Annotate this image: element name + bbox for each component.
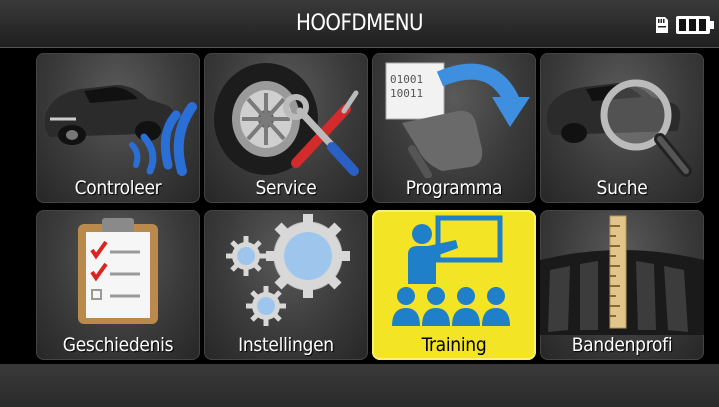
tire-tread-ruler-icon [540,215,704,335]
menu-tile-bandenprofi[interactable]: Bandenprofi [540,210,704,360]
menu-label: Service [255,177,317,199]
menu-label: Geschiedenis [62,334,174,356]
menu-label: Bandenprofi [571,334,673,356]
menu-tile-suche[interactable]: Suche [540,53,704,203]
menu-label: Programma [405,177,503,199]
menu-tile-training[interactable]: Training [372,210,536,360]
classroom-teacher-icon [392,215,510,326]
page-title: HOOFDMENU [295,11,424,36]
menu-label: Instellingen [238,334,334,356]
menu-tile-instellingen[interactable]: Instellingen [204,210,368,360]
menu-label: Controleer [74,177,162,199]
menu-tile-geschiedenis[interactable]: Geschiedenis [36,210,200,360]
sensor-program-icon: 01001 10011 [385,62,530,178]
menu-tile-controleer[interactable]: Controleer [36,53,200,203]
menu-tile-service[interactable]: Service [204,53,368,203]
menu-label: Training [421,334,487,356]
gears-icon [226,214,350,326]
menu-label: Suche [596,177,648,199]
clipboard-checklist-icon [78,218,158,324]
menu-tile-programma[interactable]: 01001 10011 Programma [372,53,536,203]
tire-tools-icon [214,63,359,176]
svg-text:10011: 10011 [390,87,423,100]
svg-text:01001: 01001 [390,73,423,86]
main-menu-grid: Controleer Service 01001 10011 Programma… [32,50,704,366]
bottom-bar [0,364,719,407]
title-bar: HOOFDMENU [0,0,719,48]
screen: HOOFDMENU Controleer Service 01001 10011… [0,0,719,407]
battery-full-icon [676,16,714,34]
car-magnifier-icon [546,79,692,177]
sd-card-icon [656,17,668,33]
car-sensor-signal-icon [44,85,197,176]
